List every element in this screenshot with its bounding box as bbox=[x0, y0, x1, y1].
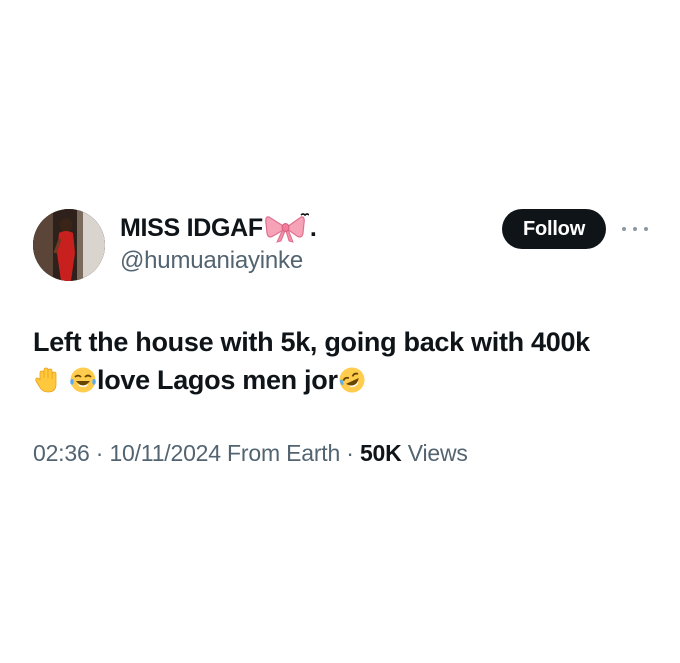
avatar[interactable] bbox=[33, 209, 105, 281]
avatar-photo bbox=[33, 209, 105, 281]
tweet-meta: 02:36 · 10/11/2024 From Earth · 50K View… bbox=[33, 440, 468, 467]
follow-button[interactable]: Follow bbox=[502, 209, 606, 249]
separator: · bbox=[95, 440, 104, 466]
separator: · bbox=[346, 440, 354, 466]
tweet-card: MISS IDGAF . @humuaniayinke Follow Left … bbox=[0, 0, 680, 663]
dot bbox=[622, 227, 626, 231]
views-label: Views bbox=[407, 440, 468, 466]
tweet-time[interactable]: 02:36 bbox=[33, 440, 90, 466]
tweet-line-2-text: love Lagos men jor bbox=[97, 365, 338, 395]
tweet-line-1: Left the house with 5k, going back with … bbox=[33, 327, 590, 357]
display-name-suffix: . bbox=[309, 213, 317, 242]
raised-hand-icon bbox=[33, 366, 61, 394]
tweet-text: Left the house with 5k, going back with … bbox=[33, 323, 663, 399]
tweet-line-2: love Lagos men jor bbox=[33, 361, 663, 399]
tweet-source: From Earth bbox=[227, 440, 341, 466]
tears-of-joy-icon bbox=[69, 366, 97, 394]
user-handle[interactable]: @humuaniayinke bbox=[120, 247, 303, 275]
display-name-row[interactable]: MISS IDGAF . bbox=[120, 212, 317, 244]
display-name[interactable]: MISS IDGAF bbox=[120, 214, 263, 243]
rolling-on-floor-laughing-icon bbox=[338, 366, 366, 394]
dot bbox=[644, 227, 648, 231]
dot bbox=[633, 227, 637, 231]
tweet-date[interactable]: 10/11/2024 bbox=[109, 440, 221, 466]
views-count[interactable]: 50K bbox=[360, 440, 402, 466]
ribbon-bow-icon bbox=[265, 213, 310, 243]
more-dots-icon[interactable] bbox=[622, 220, 648, 238]
